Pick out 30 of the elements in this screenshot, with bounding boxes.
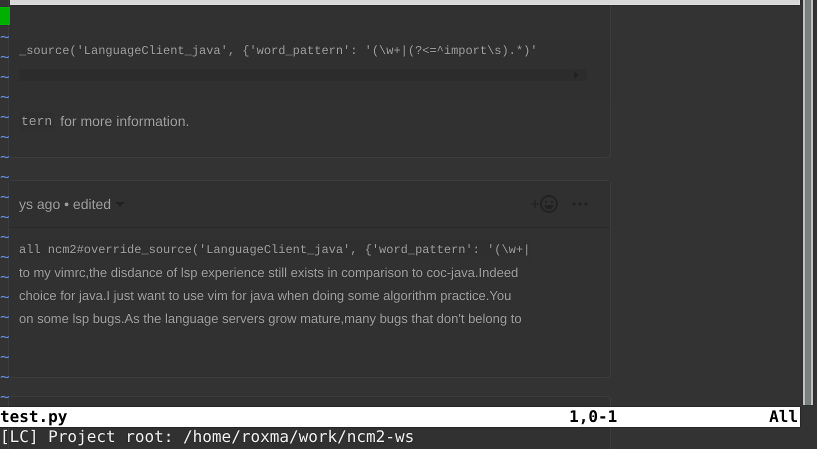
text-cursor	[0, 7, 10, 25]
empty-line-marker: ~	[0, 367, 10, 387]
empty-line-marker: ~	[0, 167, 10, 187]
empty-line-marker: ~	[0, 127, 10, 147]
empty-line-marker: ~	[0, 187, 10, 207]
empty-line-marker: ~	[0, 247, 10, 267]
empty-line-marker: ~	[0, 267, 10, 287]
empty-line-marker: ~	[0, 347, 10, 367]
note-text: for more information.	[60, 112, 190, 131]
empty-line-marker: ~	[0, 207, 10, 227]
empty-line-marker: ~	[0, 227, 10, 247]
empty-line-marker: ~	[0, 67, 10, 87]
comment-text-line: to my vimrc,the disdance of lsp experience still exists in comparison to coc-java.Indeed	[19, 264, 518, 282]
empty-line-marker: ~	[0, 147, 10, 167]
comment-text-line: choice for java.I just want to use vim for java when doing some algorithm practice.You	[19, 287, 512, 305]
comment-meta: ys ago • edited	[19, 194, 112, 214]
scroll-position: All	[769, 407, 798, 427]
empty-line-marker: ~	[0, 47, 10, 67]
empty-line-marker: ~	[0, 87, 10, 107]
comment-text-line: on some lsp bugs.As the language servers grow mature,many bugs that don't belong to	[19, 310, 522, 328]
file-name: test.py	[0, 407, 68, 427]
empty-line-marker: ~	[0, 327, 10, 347]
empty-line-marker: ~	[0, 27, 10, 47]
cursor-position: 1,0-1	[569, 407, 618, 427]
empty-line-marker: ~	[0, 307, 10, 327]
empty-line-marker: ~	[0, 387, 10, 407]
code-line: _source('LanguageClient_java', {'word_pattern': '(\w+|(?<=^import\s).*)'	[19, 43, 538, 60]
empty-line-marker: ~	[0, 107, 10, 127]
empty-line-marker: ~	[0, 287, 10, 307]
message-line: [LC] Project root: /home/roxma/work/ncm2-ws	[0, 427, 414, 447]
